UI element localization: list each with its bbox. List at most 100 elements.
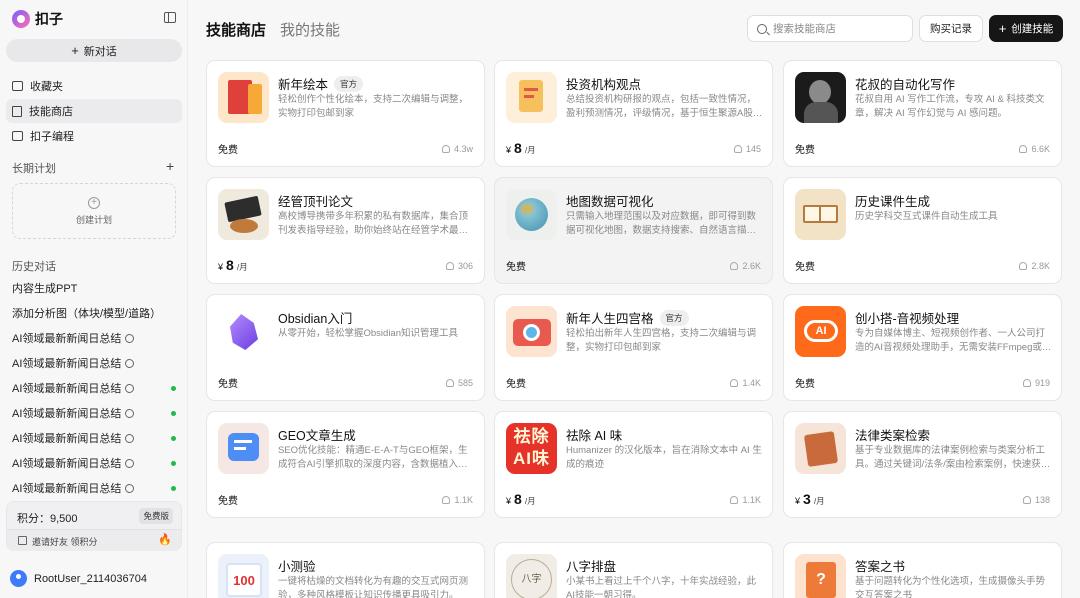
- purchase-records-button[interactable]: 购买记录: [919, 15, 983, 42]
- history-item[interactable]: AI领域最新新闻日总结: [12, 479, 180, 497]
- create-skill-button[interactable]: + 创建技能: [989, 15, 1063, 42]
- card-description: 专为自媒体博主、短视频创作者、一人公司打造的AI音视频处理助手，无需安装FFmp…: [855, 328, 1052, 353]
- card-price: 免费: [795, 375, 815, 390]
- points-display: 积分：9,500: [17, 510, 78, 526]
- history-item-label: AI领域最新新闻日总结: [12, 408, 122, 420]
- user-count: 919: [1034, 378, 1050, 388]
- skill-card[interactable]: 法律类案检索 基于专业数据库的法律案例检索与类案分析工具。通过关键词/法条/案由…: [783, 411, 1062, 518]
- price-unit: /月: [524, 145, 536, 155]
- skill-card[interactable]: 经管顶刊论文 高校博导携带多年积累的私有数据库，集合顶刊发表指导经验，助你始终站…: [206, 177, 485, 284]
- invite-friends-button[interactable]: 邀请好友 领积分 🔥: [7, 529, 181, 551]
- card-title-text: 法律类案检索: [855, 429, 931, 443]
- plan-badge[interactable]: 免费版: [139, 508, 173, 524]
- sidebar-item-coze-coding[interactable]: 扣子编程: [6, 124, 182, 148]
- quiz-score-text: 100: [226, 563, 262, 597]
- price-unit: /月: [236, 262, 248, 272]
- user-icon: [730, 496, 739, 504]
- user-icon: [730, 262, 739, 270]
- history-item[interactable]: AI领域最新新闻日总结: [12, 379, 180, 397]
- brand[interactable]: 扣子: [12, 9, 63, 29]
- skill-card[interactable]: 投资机构观点 总结投资机构研报的观点，包括一致性情况，盈利预测情况，评级情况，基…: [494, 60, 773, 167]
- card-description: 基于专业数据库的法律案例检索与类案分析工具。通过关键词/法条/案由检索案例，快速…: [855, 445, 1051, 470]
- tab-my-skills[interactable]: 我的技能: [280, 19, 340, 40]
- sidebar-collapse-icon[interactable]: [164, 12, 176, 23]
- card-title: 法律类案检索: [855, 425, 930, 444]
- skill-card[interactable]: 花叔的自动化写作 花叔自用 AI 写作工作流，专攻 AI & 科技类文章，解决 …: [783, 60, 1062, 167]
- skill-card[interactable]: 新年绘本 官方 轻松创作个性化绘本，支持二次编辑与调整，实物打印包邮到家 免费 4…: [206, 60, 485, 167]
- skill-card[interactable]: 八字 八字排盘 小某书上看过上千个八字，十年实战经验，此AI技能一朝习得。: [494, 542, 773, 598]
- card-description: 只需输入地理范围以及对应数据，即可得到数据可视化地图，数据支持搜索、自然语言描述…: [566, 211, 757, 236]
- answer-book-icon: ?: [795, 554, 846, 598]
- search-box[interactable]: [747, 15, 913, 42]
- skill-card[interactable]: 祛除AI味 祛除 AI 味 Humanizer 的汉化版本，旨在消除文本中 AI…: [494, 411, 773, 518]
- skill-card[interactable]: Obsidian入门 从零开始，轻松掌握Obsidian知识管理工具 免费 58…: [206, 294, 485, 401]
- price-text: 免费: [506, 262, 526, 273]
- skill-card[interactable]: 新年人生四宫格 官方 轻松拍出新年人生四宫格，支持二次编辑与调整，实物打印包邮到家…: [494, 294, 773, 401]
- globe-icon: [506, 189, 557, 240]
- alarm-icon: [125, 458, 135, 468]
- tab-skill-store[interactable]: 技能商店: [206, 19, 266, 40]
- skill-card[interactable]: GEO文章生成 SEO优化技能：精通E-E-A-T与GEO框架，生成符合AI引擎…: [206, 411, 485, 518]
- skill-card[interactable]: 地图数据可视化 只需输入地理范围以及对应数据，即可得到数据可视化地图，数据支持搜…: [494, 177, 773, 284]
- card-title-text: 经管顶刊论文: [278, 195, 354, 209]
- history-item-label: AI领域最新新闻日总结: [12, 458, 122, 470]
- camera-icon: [506, 306, 557, 357]
- user-icon: [1022, 496, 1031, 504]
- ai-logo-text: AI: [804, 320, 838, 342]
- user-icon: [1019, 145, 1028, 153]
- skill-card[interactable]: AI 创小搭-音视频处理 专为自媒体博主、短视频创作者、一人公司打造的AI音视频…: [783, 294, 1062, 401]
- card-description: 轻松创作个性化绘本，支持二次编辑与调整，实物打印包邮到家: [278, 94, 469, 119]
- user-icon: [445, 262, 454, 270]
- card-title-text: 花叔的自动化写作: [855, 78, 956, 92]
- card-title-text: GEO文章生成: [278, 429, 356, 443]
- price-currency: ¥: [218, 262, 224, 272]
- skill-card[interactable]: 100 小测验 一键将枯燥的文档转化为有趣的交互式网页测验，多种风格模板让知识传…: [206, 542, 485, 598]
- card-price: 免费: [795, 141, 815, 156]
- price-amount: 3: [803, 491, 811, 507]
- card-description: 小某书上看过上千个八字，十年实战经验，此AI技能一朝习得。: [566, 576, 757, 598]
- card-title: GEO文章生成: [278, 425, 356, 444]
- main-content: 技能商店 我的技能 购买记录 + 创建技能 新年绘本官方 轻松创作个性化绘本，支…: [189, 0, 1080, 598]
- history-item[interactable]: AI领域最新新闻日总结: [12, 354, 180, 372]
- sidebar-item-favorites[interactable]: 收藏夹: [6, 74, 182, 98]
- user-profile[interactable]: RootUser_2114036704: [10, 570, 147, 587]
- user-icon: [733, 145, 742, 153]
- new-chat-button[interactable]: + 新对话: [6, 39, 182, 62]
- sidebar-item-label: 技能商店: [29, 106, 73, 118]
- history-item[interactable]: AI领域最新新闻日总结: [12, 429, 180, 447]
- fire-icon: 🔥: [158, 534, 172, 546]
- history-item[interactable]: 内容生成PPT: [12, 279, 180, 297]
- history-item[interactable]: AI领域最新新闻日总结: [12, 454, 180, 472]
- card-price: 免费: [506, 258, 526, 273]
- card-users: 4.3w: [441, 144, 473, 154]
- brand-name: 扣子: [35, 11, 63, 27]
- user-count: 138: [1034, 495, 1050, 505]
- skill-card[interactable]: ? 答案之书 基于问题转化为个性化选项，生成摄像头手势交互答案之书: [783, 542, 1062, 598]
- search-input[interactable]: [773, 22, 903, 35]
- card-users: 1.4K: [730, 378, 761, 388]
- card-users: 2.8K: [1019, 261, 1050, 271]
- add-plan-icon[interactable]: +: [166, 159, 174, 173]
- history-item[interactable]: AI领域最新新闻日总结: [12, 329, 180, 347]
- user-count: 2.8K: [1031, 261, 1050, 271]
- price-amount: 8: [226, 257, 234, 273]
- sidebar: 扣子 + 新对话 收藏夹 技能商店 扣子编程 长期计划 + + 创建计划 历史对…: [0, 0, 188, 598]
- card-price: ¥3/月: [795, 491, 825, 507]
- price-text: 免费: [218, 145, 238, 156]
- history-item[interactable]: 添加分析图（体块/模型/道路）: [12, 304, 180, 322]
- answer-book-text: ?: [806, 562, 836, 598]
- card-description: 轻松拍出新年人生四宫格，支持二次编辑与调整，实物打印包邮到家: [566, 328, 757, 353]
- user-count: 2.6K: [742, 261, 761, 271]
- sidebar-item-skill-store[interactable]: 技能商店: [6, 99, 182, 123]
- history-item-label: 内容生成PPT: [12, 283, 78, 295]
- user-icon: [730, 379, 739, 387]
- skill-card[interactable]: 历史课件生成 历史学科交互式课件自动生成工具 免费 2.8K: [783, 177, 1062, 284]
- article-icon: [218, 423, 269, 474]
- price-text: 免费: [218, 379, 238, 390]
- plus-icon: +: [998, 21, 1007, 36]
- search-icon: [757, 23, 767, 34]
- history-item[interactable]: AI领域最新新闻日总结: [12, 404, 180, 422]
- create-plan-button[interactable]: + 创建计划: [12, 183, 176, 239]
- user-count: 6.6K: [1031, 144, 1050, 154]
- user-count: 1.1K: [742, 495, 761, 505]
